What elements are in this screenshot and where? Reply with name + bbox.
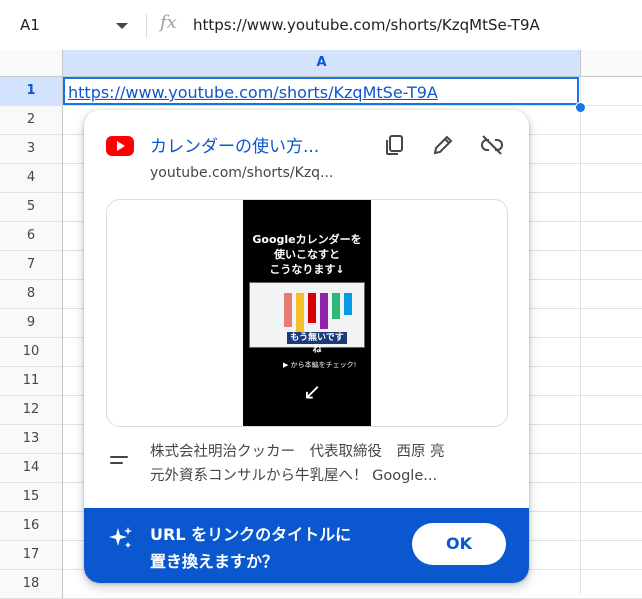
name-box[interactable]: A1 — [0, 0, 140, 50]
description-icon — [110, 456, 128, 468]
curved-arrow-icon: ↙ — [303, 380, 322, 405]
row-header-13[interactable]: 13 — [0, 425, 63, 454]
cell-a1[interactable]: https://www.youtube.com/shorts/KzqMtSe-T… — [63, 77, 579, 105]
row-header-2[interactable]: 2 — [0, 106, 63, 135]
row-header-6[interactable]: 6 — [0, 222, 63, 251]
row-header-14[interactable]: 14 — [0, 454, 63, 483]
row-header-16[interactable]: 16 — [0, 512, 63, 541]
edit-icon[interactable] — [431, 133, 455, 157]
thumbnail-footer: ▶ から本編をチェック! — [283, 361, 357, 369]
row-divider — [63, 105, 642, 106]
row-header-17[interactable]: 17 — [0, 541, 63, 570]
calendar-event — [320, 293, 328, 329]
row-header-3[interactable]: 3 — [0, 135, 63, 164]
column-header-b[interactable] — [581, 50, 642, 77]
suggestion-text: 置き換えますか？ — [150, 552, 279, 571]
thumbnail-caption-line: 使いこなすと — [274, 248, 340, 261]
calendar-event — [308, 293, 316, 323]
remove-link-button[interactable] — [478, 131, 506, 159]
copy-link-button[interactable] — [380, 131, 408, 159]
chevron-down-icon[interactable] — [116, 23, 128, 29]
copy-icon[interactable] — [382, 133, 406, 157]
row-header-1[interactable]: 1 — [0, 77, 63, 106]
row-header-5[interactable]: 5 — [0, 193, 63, 222]
description-line: 元外資系コンサルから牛乳屋へ！ Google... — [150, 468, 438, 484]
link-title[interactable]: カレンダーの使い方... — [150, 132, 319, 157]
thumbnail-banner: もう無いですね — [287, 332, 347, 355]
suggestion-text: URL をリンクのタイトルに — [150, 525, 352, 544]
thumbnail-caption-line: Googleカレンダーを — [252, 233, 362, 246]
video-thumbnail[interactable]: Googleカレンダーを 使いこなすと こうなります↓ もう無いですね ▶ から… — [243, 200, 371, 426]
row-header-8[interactable]: 8 — [0, 280, 63, 309]
row-header-11[interactable]: 11 — [0, 367, 63, 396]
row-header-9[interactable]: 9 — [0, 309, 63, 338]
calendar-event — [332, 293, 340, 319]
calendar-event — [284, 293, 292, 327]
select-all-corner[interactable] — [0, 50, 63, 77]
divider — [146, 14, 147, 38]
name-box-value[interactable]: A1 — [20, 16, 40, 34]
calendar-event — [296, 293, 304, 333]
fill-handle[interactable] — [575, 102, 586, 113]
link-preview-card: カレンダーの使い方... youtube.com/shorts/Kzq... G… — [84, 110, 529, 583]
calendar-event — [344, 293, 352, 315]
sparkle-icon — [109, 527, 132, 548]
fx-icon: fx — [160, 12, 177, 33]
ok-button[interactable]: OK — [412, 523, 506, 565]
column-divider — [580, 77, 581, 595]
thumbnail-caption-line: こうなります↓ — [269, 263, 345, 276]
row-header-4[interactable]: 4 — [0, 164, 63, 193]
link-domain: youtube.com/shorts/Kzq... — [150, 165, 334, 181]
row-header-15[interactable]: 15 — [0, 483, 63, 512]
formula-input[interactable]: https://www.youtube.com/shorts/KzqMtSe-T… — [193, 16, 540, 34]
formula-bar: A1 fx https://www.youtube.com/shorts/Kzq… — [0, 0, 642, 51]
thumbnail-caption: Googleカレンダーを 使いこなすと こうなります↓ — [243, 232, 371, 277]
replace-url-suggestion: URL をリンクのタイトルに 置き換えますか？ OK — [84, 508, 529, 583]
description-line: 株式会社明治クッカー 代表取締役 西原 亮 — [150, 444, 445, 460]
cell-a1-link[interactable]: https://www.youtube.com/shorts/KzqMtSe-T… — [68, 83, 438, 102]
unlink-icon[interactable] — [480, 133, 504, 157]
video-preview[interactable]: Googleカレンダーを 使いこなすと こうなります↓ もう無いですね ▶ から… — [106, 199, 508, 427]
youtube-icon — [106, 136, 134, 156]
row-header-7[interactable]: 7 — [0, 251, 63, 280]
row-header-12[interactable]: 12 — [0, 396, 63, 425]
column-header-a[interactable]: A — [63, 50, 581, 77]
row-header-10[interactable]: 10 — [0, 338, 63, 367]
edit-link-button[interactable] — [429, 131, 457, 159]
